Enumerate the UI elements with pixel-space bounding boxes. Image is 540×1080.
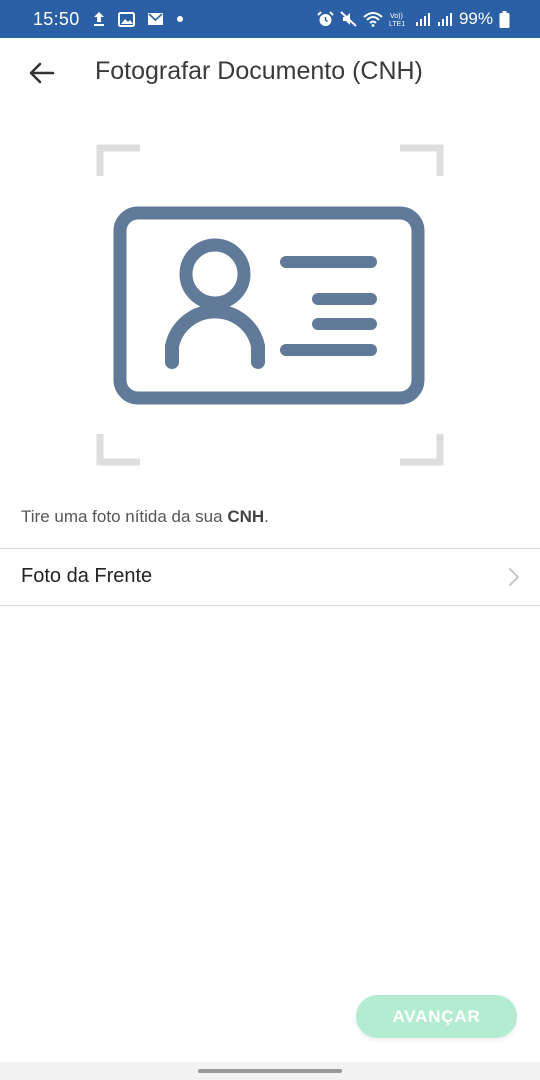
svg-text:Vo)): Vo))	[390, 13, 403, 20]
upload-icon	[92, 11, 106, 27]
page-title: Fotografar Documento (CNH)	[95, 57, 423, 85]
app-bar: Fotografar Documento (CNH)	[0, 38, 540, 108]
gallery-icon	[117, 11, 135, 27]
list-item-foto-frente[interactable]: Foto da Frente	[0, 549, 540, 605]
camera-frame-corners	[96, 144, 444, 466]
dot-icon	[176, 15, 184, 23]
instruction-suffix: .	[264, 507, 269, 526]
chevron-right-icon	[508, 567, 520, 592]
divider	[0, 605, 540, 606]
battery-icon	[499, 10, 510, 28]
arrow-left-icon	[29, 62, 55, 84]
battery-percent: 99%	[458, 9, 493, 28]
status-left: 15:50	[33, 0, 184, 38]
volte-icon: Vo)) LTE1	[389, 10, 409, 28]
instruction-prefix: Tire uma foto nítida da sua	[21, 507, 228, 526]
alarm-icon	[317, 11, 334, 27]
mail-icon	[147, 12, 164, 26]
mute-icon	[340, 11, 357, 27]
home-gesture-handle[interactable]	[198, 1069, 342, 1073]
instruction-text: Tire uma foto nítida da sua CNH.	[21, 507, 269, 527]
status-bar: 15:50 Vo)) LTE1 99%	[0, 0, 540, 38]
svg-text:LTE1: LTE1	[389, 21, 405, 28]
advance-button[interactable]: AVANÇAR	[356, 995, 517, 1038]
list-item-label: Foto da Frente	[21, 565, 153, 587]
back-button[interactable]	[22, 56, 62, 90]
status-right: Vo)) LTE1 99%	[317, 0, 510, 38]
document-illustration	[96, 144, 446, 466]
instruction-emphasis: CNH	[227, 507, 265, 526]
id-card-icon	[96, 144, 444, 466]
signal-icon	[415, 11, 431, 27]
wifi-icon	[363, 11, 383, 27]
signal-icon	[437, 11, 453, 27]
navigation-bar	[0, 1062, 540, 1080]
status-time: 15:50	[33, 8, 80, 29]
